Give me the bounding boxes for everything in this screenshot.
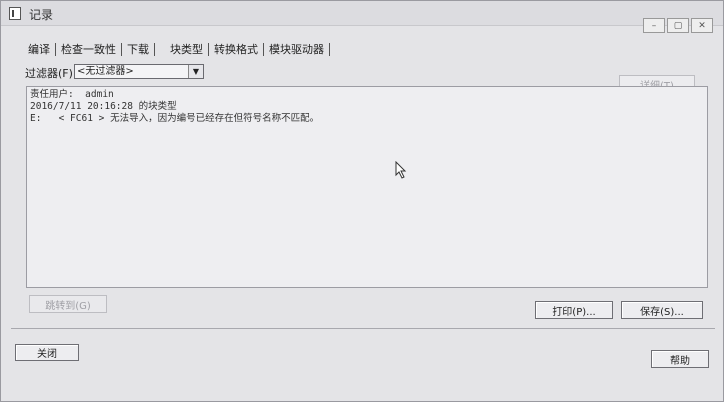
- log-text-area[interactable]: 责任用户: admin 2016/7/11 20:16:28 的块类型 E: <…: [26, 86, 708, 288]
- log-line: 责任用户: admin: [30, 89, 114, 100]
- tab-separator: [121, 42, 122, 56]
- tab-convert-format[interactable]: 转换格式: [211, 41, 261, 57]
- tab-separator: [154, 42, 155, 56]
- log-line: 2016/7/11 20:16:28 的块类型: [30, 101, 177, 112]
- help-button[interactable]: 帮助: [651, 350, 709, 368]
- window-icon: [9, 7, 21, 20]
- tab-bar: 编译 检查一致性 下载 块类型 转换格式 模块驱动器: [25, 41, 332, 57]
- tab-separator: [55, 42, 56, 56]
- close-button[interactable]: 关闭: [15, 344, 79, 361]
- tab-compile[interactable]: 编译: [25, 41, 53, 57]
- save-button[interactable]: 保存(S)...: [621, 301, 703, 319]
- title-bar: 记录: [1, 1, 723, 26]
- tab-block-type[interactable]: 块类型: [167, 41, 206, 57]
- minimize-icon[interactable]: –: [643, 18, 665, 33]
- tab-download[interactable]: 下载: [124, 41, 152, 57]
- log-line: E: < FC61 > 无法导入，因为编号已经存在但符号名称不匹配。: [30, 113, 320, 124]
- tab-module-driver[interactable]: 模块驱动器: [266, 41, 327, 57]
- restore-icon[interactable]: ▢: [667, 18, 689, 33]
- chevron-down-icon[interactable]: ▼: [188, 65, 203, 78]
- log-window: 记录 – ▢ ✕ 编译 检查一致性 下载 块类型 转换格式 模块驱动器 过滤器(…: [0, 0, 724, 402]
- print-button[interactable]: 打印(P)...: [535, 301, 613, 319]
- close-window-icon[interactable]: ✕: [691, 18, 713, 33]
- mouse-pointer-icon: [395, 161, 407, 179]
- tab-separator: [208, 42, 209, 56]
- tab-separator: [263, 42, 264, 56]
- filter-label: 过滤器(F): [25, 67, 73, 80]
- window-controls: – ▢ ✕: [641, 18, 713, 33]
- filter-select[interactable]: <无过滤器> ▼: [74, 64, 204, 79]
- filter-selected-value: <无过滤器>: [77, 66, 134, 77]
- tab-separator: [329, 42, 330, 56]
- window-title: 记录: [29, 8, 54, 22]
- divider: [11, 328, 715, 329]
- tab-consistency-check[interactable]: 检查一致性: [58, 41, 119, 57]
- jump-to-button[interactable]: 跳转到(G): [29, 295, 107, 313]
